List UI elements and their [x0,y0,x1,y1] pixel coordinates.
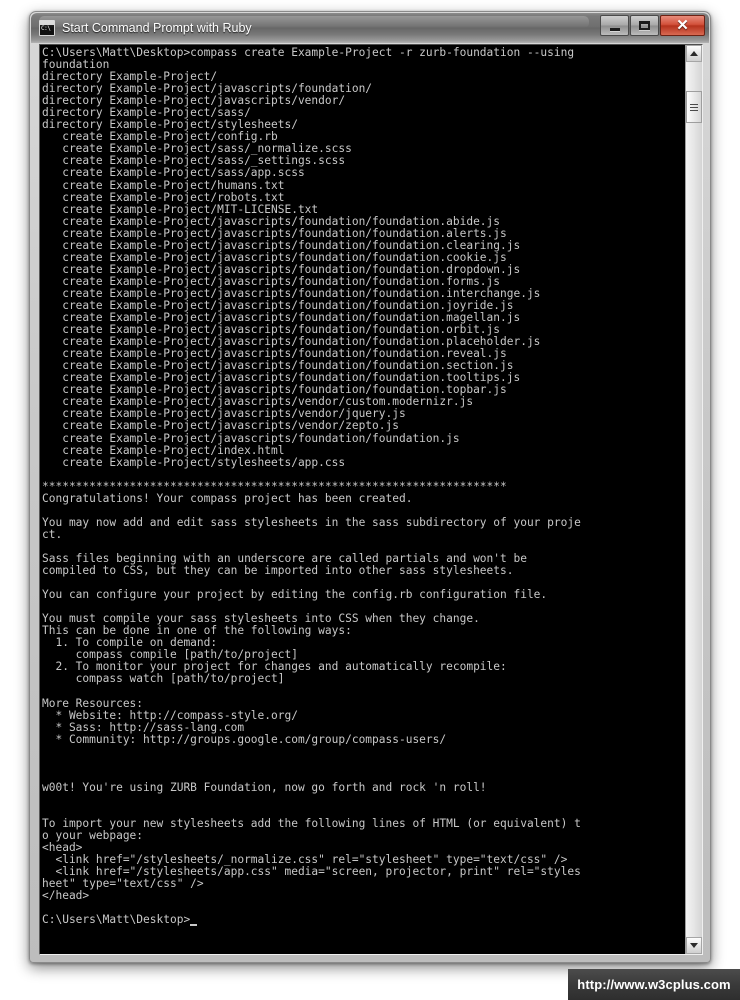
watermark: http://www.w3cplus.com [568,969,740,1000]
console-scrollbar[interactable] [685,45,702,954]
close-icon: ✕ [676,17,689,34]
close-button[interactable]: ✕ [660,15,705,36]
minimize-button[interactable] [600,15,629,36]
window-titlebar[interactable]: C:\ Start Command Prompt with Ruby ✕ [31,13,709,43]
chevron-up-icon [690,51,698,56]
window-caption-buttons: ✕ [599,15,705,36]
console-icon: C:\ [39,20,55,36]
scrollbar-grip-icon [690,103,698,111]
window-title: Start Command Prompt with Ruby [62,21,252,35]
console-icon-text: C:\ [41,25,51,32]
maximize-icon [639,21,650,30]
console-output-text: C:\Users\Matt\Desktop>compass create Exa… [42,46,581,927]
scrollbar-thumb[interactable] [686,91,702,123]
console-output-area[interactable]: C:\Users\Matt\Desktop>compass create Exa… [40,45,685,954]
scroll-down-arrow-button[interactable] [686,937,702,954]
chevron-down-icon [690,943,698,948]
console-client-area: C:\Users\Matt\Desktop>compass create Exa… [39,44,703,955]
maximize-button[interactable] [630,15,659,36]
command-prompt-window: C:\ Start Command Prompt with Ruby ✕ C:\… [29,11,711,963]
scroll-up-arrow-button[interactable] [686,45,702,62]
console-cursor [190,923,198,926]
minimize-icon [609,27,620,31]
screenshot-root: C:\ Start Command Prompt with Ruby ✕ C:\… [0,0,740,1000]
